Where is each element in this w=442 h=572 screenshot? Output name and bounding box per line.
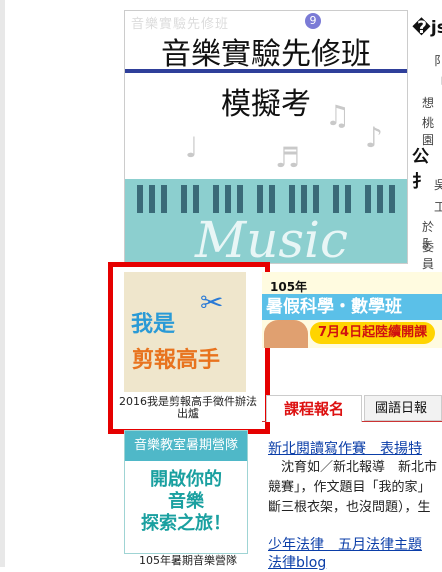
sidebar-text: 吳 — [434, 178, 442, 192]
camp-slogan-line: 探索之旅！ — [141, 513, 231, 534]
news-headline-link[interactable]: 法律blog — [268, 552, 326, 572]
sidebar-heading[interactable]: �js — [412, 18, 442, 38]
news-snippet: 斷三根衣架，也沒問題），生 — [268, 500, 431, 515]
promo-caption-link[interactable]: 2016我是剪報高手徵件辦法出爐 — [118, 396, 258, 420]
ad-year: 105年 — [270, 280, 308, 294]
news-snippet: 沈育如／新北報導 新北市 — [268, 460, 438, 475]
ad-date-pill: 7月4日起陸續開課 — [310, 322, 436, 344]
tab-mandarin-daily[interactable]: 國語日報 — [364, 395, 442, 421]
music-camp-banner[interactable]: 音樂教室暑期營隊 開啟你的 音樂 探索之旅！ — [124, 430, 248, 554]
kids-photo — [264, 320, 308, 348]
news-headline-link[interactable]: 新北閱讀寫作賽 表揚特 — [268, 438, 422, 458]
camp-caption-link[interactable]: 105年暑期音樂營隊 — [118, 552, 258, 568]
banner-subtitle: 模擬考 — [221, 87, 311, 122]
music-note-icon: ♩ — [185, 131, 199, 164]
promo-logo-text: 剪報高手 — [132, 348, 221, 373]
banner-watermark: Music — [195, 211, 349, 264]
sidebar-text: 阝 — [434, 54, 442, 68]
music-note-icon: ♪ — [365, 121, 383, 154]
promo-logo-text: 我是 — [131, 312, 176, 337]
left-edge — [0, 0, 5, 567]
camp-slogan: 開啟你的 音樂 探索之旅！ — [125, 469, 247, 535]
banner-badge: 9 — [305, 13, 321, 29]
summer-science-ad[interactable]: 105年 暑假科學・數學班 7月4日起陸續開課 — [262, 272, 442, 348]
sidebar-text: 想 — [422, 96, 435, 110]
banner-divider — [125, 69, 407, 73]
camp-slogan-line: 音樂 — [168, 491, 204, 512]
news-headline-link[interactable]: 少年法律 五月法律主題 — [268, 534, 422, 554]
tab-course-registration[interactable]: 課程報名 — [266, 395, 362, 422]
music-class-banner[interactable]: 音樂實驗先修班 9 音樂實驗先修班 模擬考 ♫ ♪ ♩ ♬ Music — [124, 10, 408, 264]
music-note-icon: ♬ — [275, 141, 301, 174]
scissors-icon: ✂ — [200, 286, 224, 319]
banner-title: 音樂實驗先修班 — [161, 37, 371, 72]
news-snippet: 競賽」，作文題目「我的家」 — [268, 480, 431, 495]
sidebar-text: 工 — [434, 200, 442, 214]
ad-title: 暑假科學・數學班 — [262, 294, 442, 320]
camp-header: 音樂教室暑期營隊 — [125, 431, 247, 461]
camp-slogan-line: 開啟你的 — [150, 469, 222, 490]
sidebar-text: 委員 — [422, 240, 435, 271]
sidebar-text: 「 — [434, 74, 442, 91]
music-note-icon: ♫ — [325, 99, 351, 132]
